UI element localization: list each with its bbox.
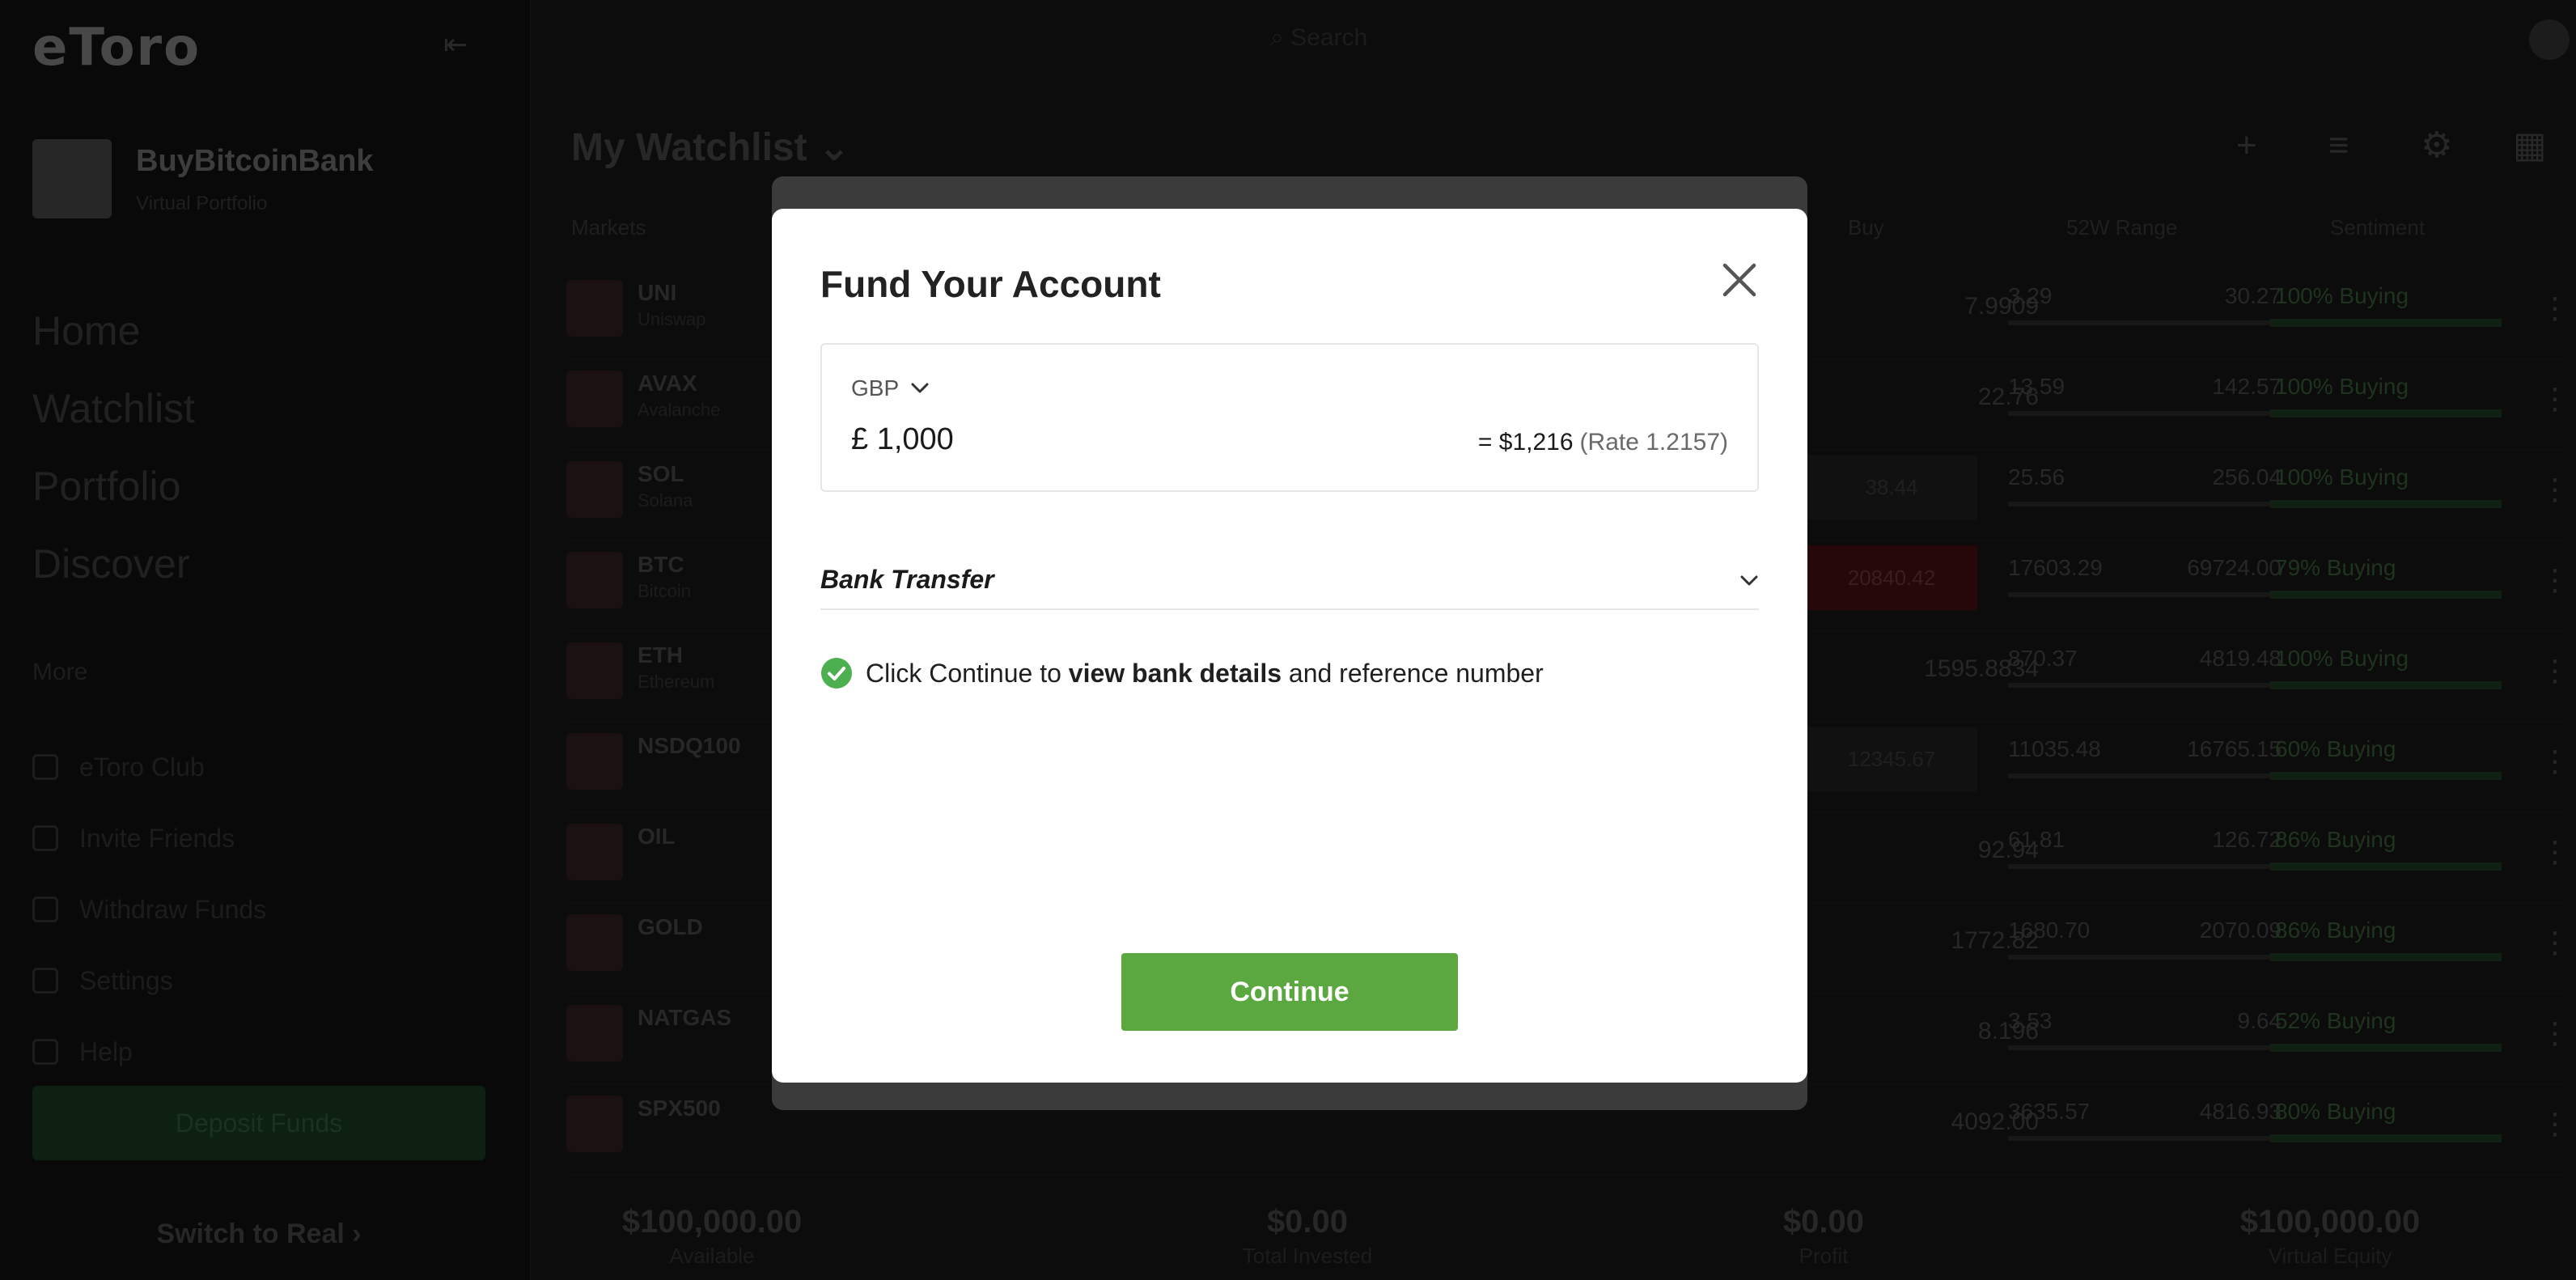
check-circle-icon	[821, 658, 852, 689]
info-bold: view bank details	[1068, 658, 1282, 688]
continue-button[interactable]: Continue	[1121, 953, 1458, 1031]
info-suffix: and reference number	[1282, 658, 1544, 688]
close-icon	[1722, 263, 1756, 297]
currency-value: GBP	[851, 375, 900, 401]
conversion-readout: = $1,216 (Rate 1.2157)	[1478, 429, 1728, 456]
payment-method-label: Bank Transfer	[820, 565, 994, 594]
payment-method-select[interactable]: Bank Transfer	[820, 560, 1759, 610]
chevron-down-icon	[911, 383, 929, 393]
currency-select[interactable]: GBP	[851, 375, 930, 401]
exchange-rate: (Rate 1.2157)	[1579, 429, 1728, 456]
amount-panel: GBP = $1,216(Rate 1.2157)	[820, 343, 1759, 492]
info-text: Click Continue to view bank details and …	[866, 659, 1544, 689]
dialog-title: Fund Your Account	[820, 263, 1161, 305]
info-message: Click Continue to view bank details and …	[820, 657, 1544, 689]
converted-amount: = $1,216	[1477, 429, 1574, 456]
close-button[interactable]	[1715, 256, 1764, 304]
chevron-down-icon	[1740, 575, 1758, 586]
info-prefix: Click Continue to	[866, 658, 1069, 688]
fund-account-dialog: Fund Your Account GBP = $1,216(Rate 1.21…	[772, 209, 1807, 1083]
amount-input[interactable]	[851, 422, 1256, 457]
